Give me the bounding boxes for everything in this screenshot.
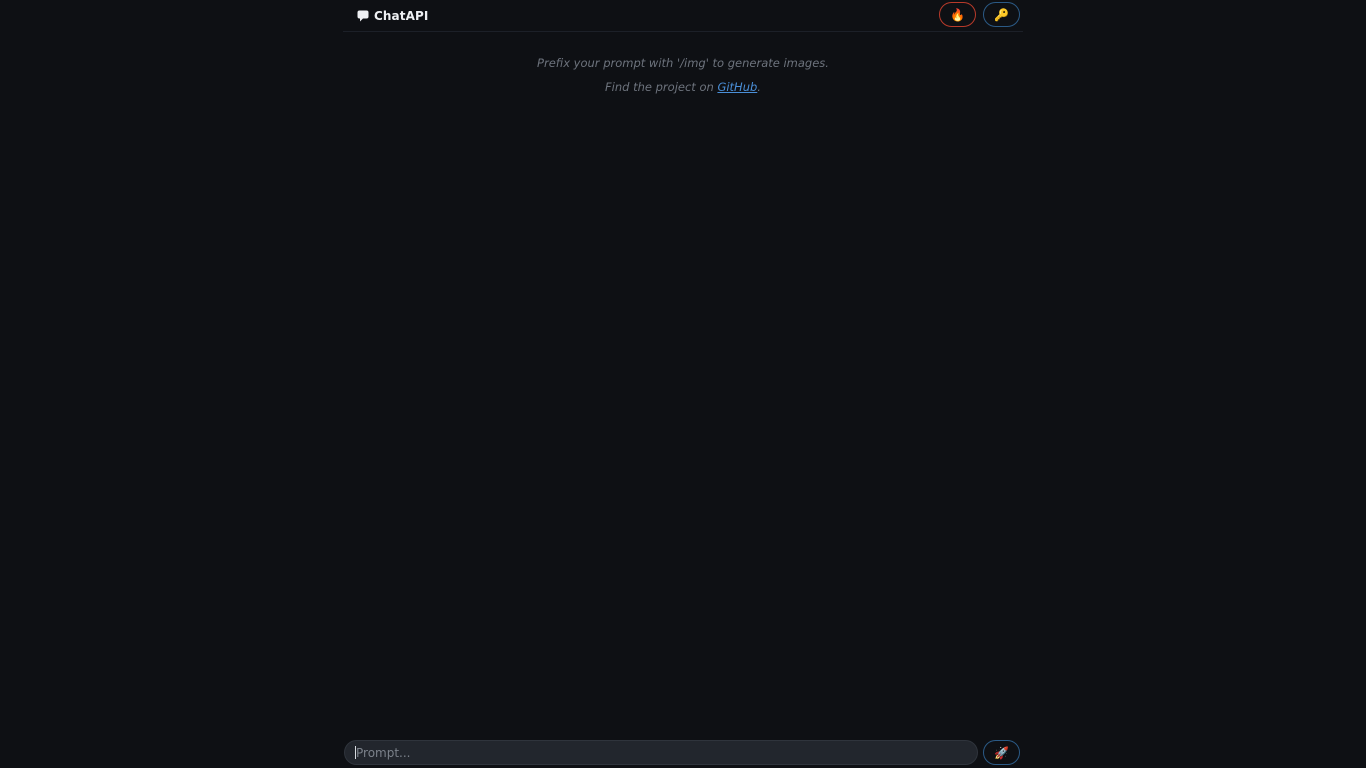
speech-bubble-icon xyxy=(357,9,369,23)
fire-icon: 🔥 xyxy=(950,7,965,22)
intro-hint: Prefix your prompt with '/img' to genera… xyxy=(537,56,829,70)
app-title: ChatAPI xyxy=(374,9,429,23)
intro-project-prefix: Find the project on xyxy=(605,80,718,94)
brand: ChatAPI xyxy=(357,7,428,25)
text-caret xyxy=(355,746,356,759)
intro-project-suffix: . xyxy=(757,80,761,94)
chat-app: ChatAPI 🔥 🔑 Prefix your prompt with '/im… xyxy=(0,0,1366,768)
top-bar: ChatAPI 🔥 🔑 xyxy=(343,0,1023,32)
send-button[interactable]: 🚀 xyxy=(983,740,1020,765)
intro-text: Prefix your prompt with '/img' to genera… xyxy=(343,55,1023,95)
main-column: ChatAPI 🔥 🔑 Prefix your prompt with '/im… xyxy=(343,0,1023,768)
intro-project: Find the project on GitHub. xyxy=(343,79,1023,95)
key-icon: 🔑 xyxy=(994,7,1009,22)
rocket-icon: 🚀 xyxy=(994,745,1009,760)
github-link[interactable]: GitHub xyxy=(717,80,757,94)
prompt-input[interactable] xyxy=(344,740,978,765)
api-key-button[interactable]: 🔑 xyxy=(983,2,1020,27)
clear-chat-button[interactable]: 🔥 xyxy=(939,2,976,27)
